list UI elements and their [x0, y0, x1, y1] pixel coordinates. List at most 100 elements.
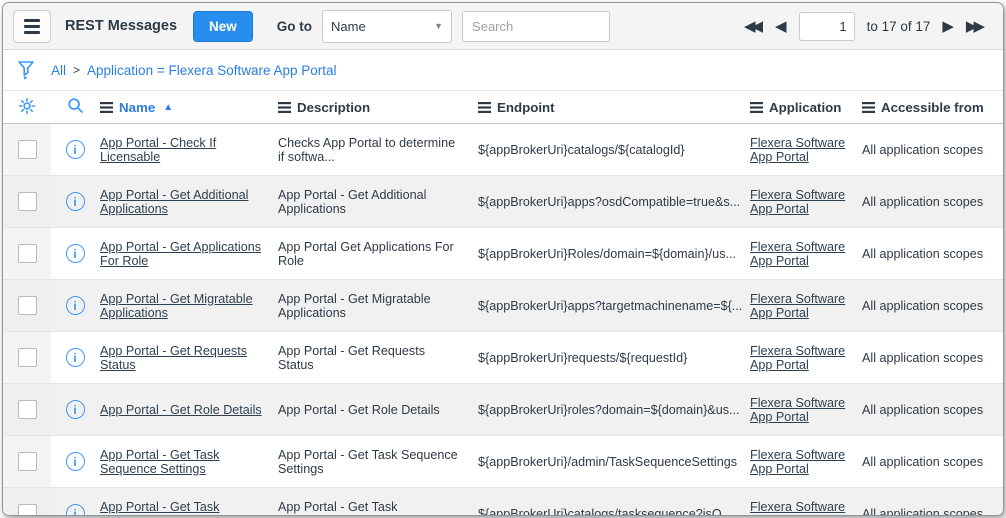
- hamburger-icon: [24, 19, 40, 22]
- column-header-application[interactable]: Application: [749, 91, 861, 124]
- endpoint-cell: ${appBrokerUri}requests/${requestId}: [477, 332, 749, 384]
- table-header-row: Name ▲ Description: [3, 91, 1003, 124]
- record-link[interactable]: App Portal - Get Task Sequence Settings: [100, 448, 219, 476]
- filter-icon[interactable]: [17, 60, 35, 80]
- gear-icon[interactable]: [18, 97, 36, 115]
- column-header-description[interactable]: Description: [277, 91, 477, 124]
- next-page-button[interactable]: ▶: [942, 19, 954, 34]
- row-checkbox[interactable]: [18, 504, 37, 516]
- table-row: i App Portal - Get Applications For Role…: [3, 228, 1003, 280]
- accessible-from-cell: All application scopes: [861, 176, 1003, 228]
- column-menu-icon[interactable]: [100, 102, 113, 113]
- application-link[interactable]: Flexera Software App Portal: [750, 136, 845, 164]
- row-checkbox[interactable]: [18, 452, 37, 471]
- application-link[interactable]: Flexera Software App Portal: [750, 240, 845, 268]
- new-button[interactable]: New: [193, 11, 253, 42]
- column-header-endpoint[interactable]: Endpoint: [477, 91, 749, 124]
- endpoint-cell: ${appBrokerUri}roles?domain=${domain}&us…: [477, 384, 749, 436]
- row-checkbox[interactable]: [18, 244, 37, 263]
- record-link[interactable]: App Portal - Get Applications For Role: [100, 240, 261, 268]
- application-link[interactable]: Flexera Software App Portal: [750, 500, 845, 517]
- record-link[interactable]: App Portal - Get Requests Status: [100, 344, 247, 372]
- description-cell: App Portal - Get Task Sequences softwa..…: [277, 488, 477, 517]
- info-icon[interactable]: i: [66, 504, 85, 516]
- breadcrumb: All > Application = Flexera Software App…: [3, 50, 1003, 91]
- accessible-from-cell: All application scopes: [861, 332, 1003, 384]
- column-menu-icon[interactable]: [278, 102, 291, 113]
- endpoint-cell: ${appBrokerUri}apps?targetmachinename=${…: [477, 280, 749, 332]
- previous-page-button[interactable]: ◀: [775, 19, 787, 34]
- column-header-name[interactable]: Name ▲: [99, 91, 277, 124]
- accessible-from-cell: All application scopes: [861, 124, 1003, 176]
- first-page-button[interactable]: ◀◀: [744, 19, 763, 34]
- application-link[interactable]: Flexera Software App Portal: [750, 292, 845, 320]
- accessible-from-cell: All application scopes: [861, 384, 1003, 436]
- column-menu-icon[interactable]: [862, 102, 875, 113]
- accessible-from-cell: All application scopes: [861, 436, 1003, 488]
- info-icon[interactable]: i: [66, 296, 85, 315]
- application-link[interactable]: Flexera Software App Portal: [750, 396, 845, 424]
- goto-label: Go to: [277, 19, 312, 34]
- record-link[interactable]: App Portal - Get Migratable Applications: [100, 292, 253, 320]
- application-link[interactable]: Flexera Software App Portal: [750, 344, 845, 372]
- endpoint-cell: ${appBrokerUri}Roles/domain=${domain}/us…: [477, 228, 749, 280]
- table-row: i App Portal - Get Role Details App Port…: [3, 384, 1003, 436]
- info-icon[interactable]: i: [66, 192, 85, 211]
- application-link[interactable]: Flexera Software App Portal: [750, 188, 845, 216]
- sort-ascending-icon: ▲: [163, 102, 173, 113]
- info-icon[interactable]: i: [66, 140, 85, 159]
- record-link[interactable]: App Portal - Get Task Sequences: [100, 500, 219, 517]
- list-settings-cell: [3, 91, 51, 124]
- table-row: i App Portal - Get Additional Applicatio…: [3, 176, 1003, 228]
- breadcrumb-all-link[interactable]: All: [51, 63, 66, 78]
- pagination: ◀◀ ◀ to 17 of 17 ▶ ▶▶: [744, 12, 993, 41]
- search-input[interactable]: [462, 11, 610, 42]
- accessible-from-cell: All application scopes: [861, 280, 1003, 332]
- endpoint-cell: ${appBrokerUri}apps?osdCompatible=true&s…: [477, 176, 749, 228]
- rest-messages-table: Name ▲ Description: [3, 91, 1003, 516]
- column-menu-icon[interactable]: [750, 102, 763, 113]
- row-checkbox[interactable]: [18, 140, 37, 159]
- table-row: i App Portal - Check If Licensable Check…: [3, 124, 1003, 176]
- info-icon[interactable]: i: [66, 244, 85, 263]
- description-cell: App Portal - Get Migratable Applications: [277, 280, 477, 332]
- page-number-input[interactable]: [799, 12, 855, 41]
- list-toolbar: REST Messages New Go to Name ▼ ◀◀ ◀ to 1…: [3, 3, 1003, 50]
- info-icon[interactable]: i: [66, 348, 85, 367]
- description-cell: Checks App Portal to determine if softwa…: [277, 124, 477, 176]
- table-row: i App Portal - Get Requests Status App P…: [3, 332, 1003, 384]
- description-cell: App Portal - Get Additional Applications: [277, 176, 477, 228]
- description-cell: App Portal - Get Role Details: [277, 384, 477, 436]
- row-checkbox[interactable]: [18, 192, 37, 211]
- endpoint-cell: ${appBrokerUri}catalogs/tasksequence?isO…: [477, 488, 749, 517]
- info-icon[interactable]: i: [66, 400, 85, 419]
- info-icon[interactable]: i: [66, 452, 85, 471]
- record-link[interactable]: App Portal - Check If Licensable: [100, 136, 216, 164]
- description-cell: App Portal - Get Task Sequence Settings: [277, 436, 477, 488]
- row-checkbox[interactable]: [18, 348, 37, 367]
- table-row: i App Portal - Get Task Sequences App Po…: [3, 488, 1003, 517]
- goto-field-select[interactable]: Name ▼: [322, 10, 452, 43]
- column-menu-icon[interactable]: [478, 102, 491, 113]
- column-header-accessible-from[interactable]: Accessible from: [861, 91, 1003, 124]
- last-page-button[interactable]: ▶▶: [966, 19, 985, 34]
- endpoint-cell: ${appBrokerUri}/admin/TaskSequenceSettin…: [477, 436, 749, 488]
- list-context-menu-button[interactable]: [13, 10, 51, 43]
- row-checkbox[interactable]: [18, 400, 37, 419]
- breadcrumb-filter-link[interactable]: Application = Flexera Software App Porta…: [87, 63, 337, 78]
- page-title: REST Messages: [65, 18, 177, 34]
- description-cell: App Portal Get Applications For Role: [277, 228, 477, 280]
- accessible-from-cell: All application scopes: [861, 228, 1003, 280]
- chevron-down-icon: ▼: [434, 21, 443, 31]
- row-checkbox[interactable]: [18, 296, 37, 315]
- table-row: i App Portal - Get Task Sequence Setting…: [3, 436, 1003, 488]
- application-link[interactable]: Flexera Software App Portal: [750, 448, 845, 476]
- breadcrumb-separator: >: [73, 63, 80, 77]
- endpoint-cell: ${appBrokerUri}catalogs/${catalogId}: [477, 124, 749, 176]
- goto-selected-value: Name: [331, 19, 366, 34]
- record-link[interactable]: App Portal - Get Role Details: [100, 403, 262, 417]
- table-row: i App Portal - Get Migratable Applicatio…: [3, 280, 1003, 332]
- record-link[interactable]: App Portal - Get Additional Applications: [100, 188, 248, 216]
- description-cell: App Portal - Get Requests Status: [277, 332, 477, 384]
- search-icon[interactable]: [67, 97, 84, 114]
